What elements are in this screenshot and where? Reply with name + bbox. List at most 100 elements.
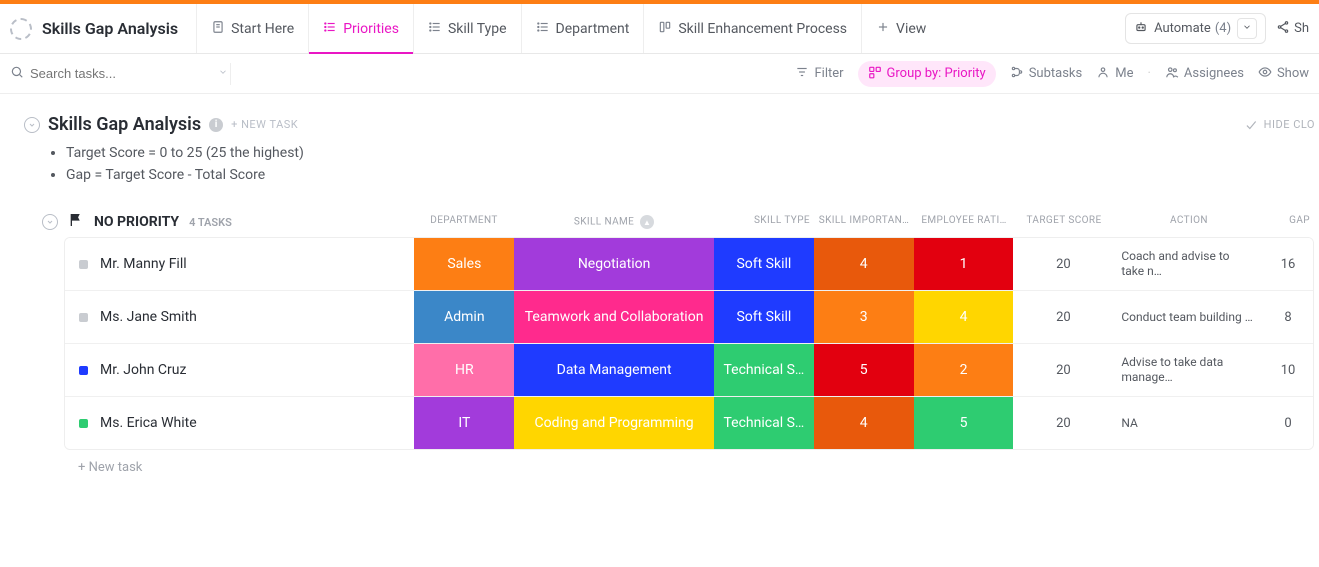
task-name-cell[interactable]: Mr. John Cruz <box>65 344 414 396</box>
cell-action[interactable]: Advise to take data manage­… <box>1113 344 1263 396</box>
cell-skill-importance[interactable]: 5 <box>814 344 914 396</box>
col-employee-rating[interactable]: EMPLOYEE RATI… <box>914 215 1014 229</box>
task-name-cell[interactable]: Mr. Manny Fill <box>65 238 414 290</box>
me-button[interactable]: Me <box>1096 65 1133 83</box>
col-skill-importance[interactable]: SKILL IMPORTAN… <box>814 215 914 229</box>
search-input[interactable] <box>30 66 206 81</box>
assignees-label: Assignees <box>1184 66 1244 81</box>
person-icon <box>1096 65 1110 83</box>
share-icon <box>1276 20 1290 38</box>
view-tabs: Start Here Priorities Skill Type Departm… <box>196 4 940 53</box>
cell-employee-rating[interactable]: 1 <box>914 238 1014 290</box>
group-collapse-toggle[interactable] <box>42 214 58 230</box>
cell-department[interactable]: Sales <box>414 238 514 290</box>
cell-skill-type[interactable]: Technical S… <box>714 344 814 396</box>
status-square-icon[interactable] <box>79 366 88 375</box>
cell-skill-name[interactable]: Coding and Programming <box>514 397 714 449</box>
collapse-toggle[interactable] <box>24 117 40 133</box>
table-row[interactable]: Ms. Jane Smith AdminTeamwork and Collabor… <box>65 290 1313 343</box>
cell-action[interactable]: Coach and ad­vise to take n… <box>1113 238 1263 290</box>
filter-button[interactable]: Filter <box>795 65 843 83</box>
tab-priorities[interactable]: Priorities <box>308 4 413 53</box>
cell-skill-importance[interactable]: 4 <box>814 238 914 290</box>
col-skill-name[interactable]: SKILL NAME ▲ <box>514 215 714 229</box>
col-target-score[interactable]: TARGET SCORE <box>1014 215 1114 229</box>
table-row[interactable]: Ms. Erica WhiteITCoding and ProgrammingT… <box>65 396 1313 449</box>
list-avatar-icon <box>10 18 32 40</box>
task-name: Mr. John Cruz <box>100 362 186 378</box>
cell-skill-type[interactable]: Soft Skill <box>714 291 814 343</box>
search-icon <box>10 65 24 83</box>
search-wrap <box>10 65 220 83</box>
tab-department[interactable]: Department <box>521 4 644 53</box>
group-icon <box>868 65 882 83</box>
new-task-row[interactable]: + New task <box>10 450 1319 485</box>
cell-department[interactable]: HR <box>414 344 514 396</box>
cell-gap[interactable]: 0 <box>1263 397 1313 449</box>
cell-target-score[interactable]: 20 <box>1013 397 1113 449</box>
content-area: Skills Gap Analysis i + NEW TASK HIDE CL… <box>0 94 1319 485</box>
group-header-row: NO PRIORITY 4 TASKS DEPARTMENT SKILL NAM… <box>10 207 1319 237</box>
tab-skill-enhancement[interactable]: Skill Enhancement Process <box>643 4 861 53</box>
subtasks-icon <box>1010 65 1024 83</box>
tab-start-here[interactable]: Start Here <box>196 4 308 53</box>
list-toolbar: Filter Group by: Priority Subtasks Me · <box>0 54 1319 94</box>
new-task-button[interactable]: + NEW TASK <box>231 118 298 131</box>
tab-skill-type[interactable]: Skill Type <box>413 4 521 53</box>
table-row[interactable]: Mr. Manny FillSalesNegotiationSoft Skill… <box>65 238 1313 290</box>
table-row[interactable]: Mr. John Cruz HRData ManagementTechnical … <box>65 343 1313 396</box>
cell-department[interactable]: IT <box>414 397 514 449</box>
col-department[interactable]: DEPARTMENT <box>414 215 514 229</box>
robot-icon <box>1134 20 1148 38</box>
col-action[interactable]: ACTION <box>1114 215 1264 229</box>
cell-action[interactable]: NA <box>1113 397 1263 449</box>
cell-employee-rating[interactable]: 5 <box>914 397 1014 449</box>
status-square-icon[interactable] <box>79 260 88 269</box>
cell-target-score[interactable]: 20 <box>1013 291 1113 343</box>
cell-employee-rating[interactable]: 4 <box>914 291 1014 343</box>
show-button[interactable]: Show <box>1258 65 1309 83</box>
share-button[interactable]: Sh <box>1276 20 1309 38</box>
add-view-button[interactable]: View <box>861 4 940 53</box>
cell-skill-importance[interactable]: 3 <box>814 291 914 343</box>
cell-skill-type[interactable]: Soft Skill <box>714 238 814 290</box>
cell-skill-name[interactable]: Data Management <box>514 344 714 396</box>
subtasks-label: Subtasks <box>1029 66 1083 81</box>
note-line: Gap = Target Score - Total Score <box>66 167 1319 183</box>
assignees-button[interactable]: Assignees <box>1165 65 1244 83</box>
cell-department[interactable]: Admin <box>414 291 514 343</box>
me-label: Me <box>1115 66 1133 81</box>
hide-closed-toggle[interactable]: HIDE CLO <box>1244 118 1315 132</box>
cell-skill-importance[interactable]: 4 <box>814 397 914 449</box>
filter-label: Filter <box>814 66 843 81</box>
board-icon <box>658 20 672 38</box>
info-icon[interactable]: i <box>209 118 223 132</box>
flag-icon <box>68 212 84 232</box>
group-task-count: 4 TASKS <box>189 216 232 229</box>
cell-gap[interactable]: 10 <box>1263 344 1313 396</box>
chevron-down-icon[interactable] <box>1237 18 1257 39</box>
task-name-cell[interactable]: Ms. Jane Smith <box>65 291 414 343</box>
cell-skill-name[interactable]: Teamwork and Collaboration <box>514 291 714 343</box>
col-gap[interactable]: GAP <box>1264 215 1314 229</box>
task-name-cell[interactable]: Ms. Erica White <box>65 397 414 449</box>
automate-button[interactable]: Automate (4) <box>1125 13 1266 44</box>
cell-target-score[interactable]: 20 <box>1013 344 1113 396</box>
subtasks-button[interactable]: Subtasks <box>1010 65 1083 83</box>
cell-skill-type[interactable]: Technical S… <box>714 397 814 449</box>
cell-gap[interactable]: 16 <box>1263 238 1313 290</box>
eye-icon <box>1258 65 1272 83</box>
groupby-button[interactable]: Group by: Priority <box>858 61 996 87</box>
col-skill-type[interactable]: SKILL TYPE <box>714 215 814 229</box>
cell-skill-name[interactable]: Negotiation <box>514 238 714 290</box>
cell-target-score[interactable]: 20 <box>1013 238 1113 290</box>
cell-action[interactable]: Conduct team building … <box>1113 291 1263 343</box>
groupby-label: Group by: Priority <box>887 66 986 81</box>
filter-icon <box>795 65 809 83</box>
page-title: Skills Gap Analysis <box>42 19 178 38</box>
cell-employee-rating[interactable]: 2 <box>914 344 1014 396</box>
status-square-icon[interactable] <box>79 419 88 428</box>
status-square-icon[interactable] <box>79 313 88 322</box>
task-name: Ms. Jane Smith <box>100 309 197 325</box>
cell-gap[interactable]: 8 <box>1263 291 1313 343</box>
